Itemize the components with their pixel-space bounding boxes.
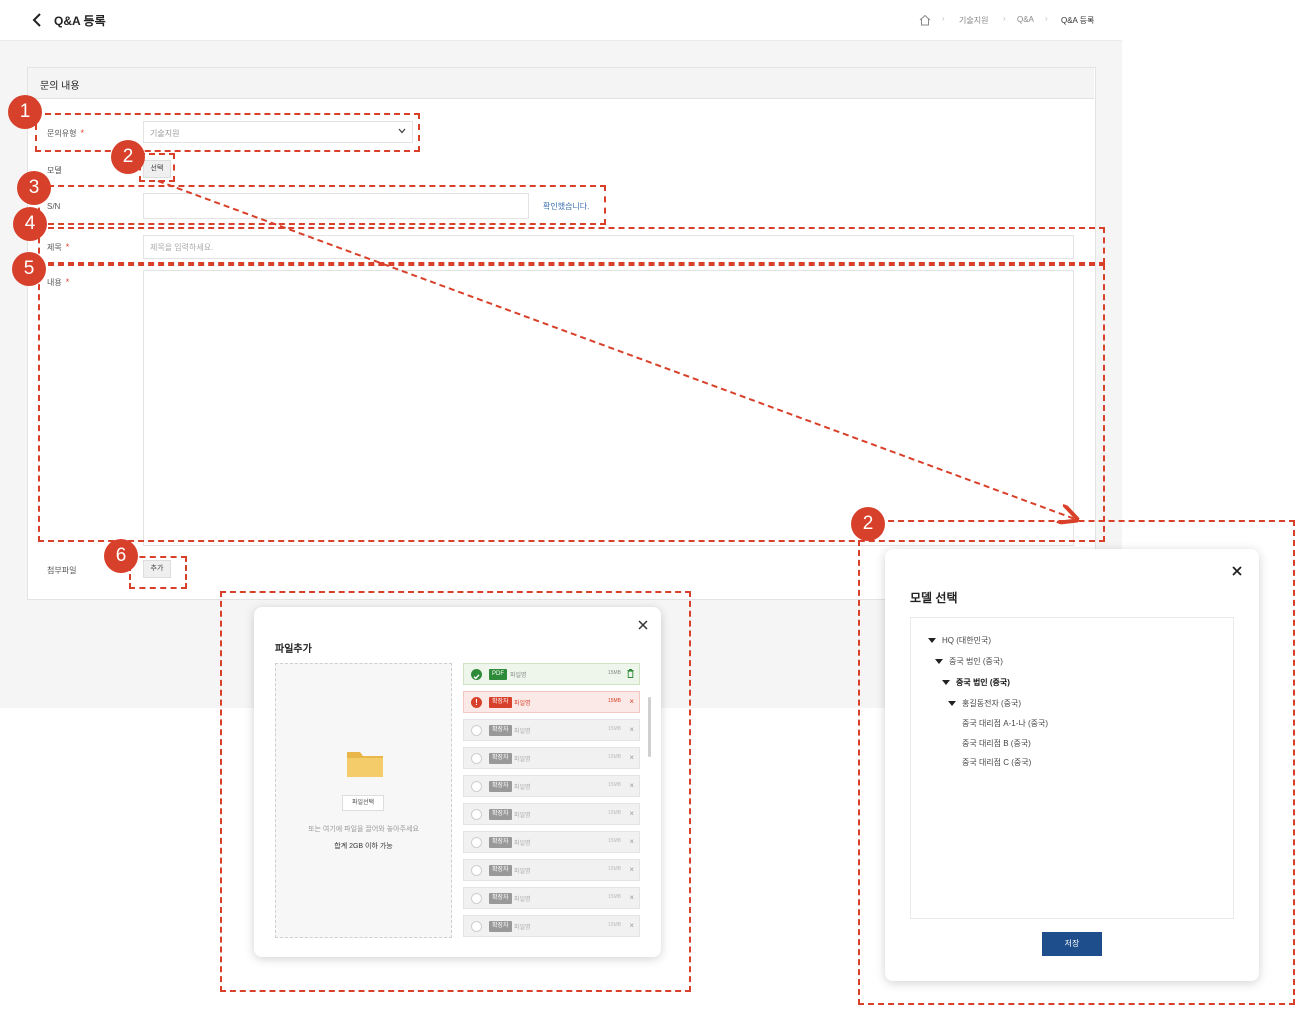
annotation-box-title bbox=[38, 227, 1105, 264]
section-title: 문의 내용 bbox=[40, 81, 80, 92]
annotation-box-content bbox=[38, 264, 1105, 542]
breadcrumb-item[interactable]: 기술지원 bbox=[959, 15, 988, 26]
attachment-label: 첨부파일 bbox=[47, 566, 77, 575]
breadcrumb-separator: › bbox=[942, 14, 945, 23]
annotation-marker: 4 bbox=[13, 207, 47, 241]
annotation-box-attachment bbox=[129, 556, 187, 589]
breadcrumb-item[interactable]: Q&A bbox=[1017, 15, 1034, 24]
model-label: 모델 bbox=[47, 166, 62, 175]
annotation-marker: 2 bbox=[851, 507, 885, 541]
breadcrumb-separator: › bbox=[1003, 14, 1006, 23]
annotation-box-file-modal bbox=[220, 591, 691, 992]
annotation-marker: 6 bbox=[104, 539, 138, 573]
back-arrow-icon[interactable] bbox=[32, 13, 44, 27]
section-header bbox=[28, 68, 1094, 99]
breadcrumb-current: Q&A 등록 bbox=[1061, 16, 1095, 25]
annotation-box-inquiry-type bbox=[35, 113, 420, 152]
page-title: Q&A 등록 bbox=[54, 14, 106, 28]
annotation-box-model-modal bbox=[858, 520, 1295, 1005]
annotation-marker: 5 bbox=[12, 252, 46, 286]
annotation-box-sn bbox=[38, 185, 606, 225]
breadcrumb-separator: › bbox=[1045, 14, 1048, 23]
annotation-marker: 2 bbox=[111, 140, 145, 174]
annotation-marker: 3 bbox=[17, 171, 51, 205]
annotation-marker: 1 bbox=[8, 95, 42, 129]
top-bar bbox=[0, 0, 1122, 41]
home-icon[interactable] bbox=[919, 14, 931, 26]
